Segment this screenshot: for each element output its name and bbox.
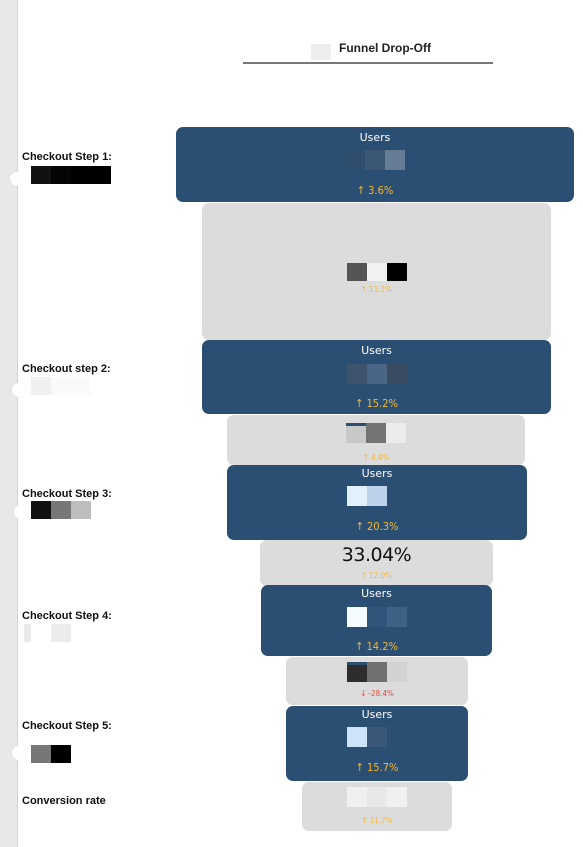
step-value-5 xyxy=(31,745,71,763)
bar-title: Users xyxy=(359,131,391,144)
left-rail xyxy=(0,0,18,847)
users-bar-5[interactable]: Users ↑ 15.7% xyxy=(286,706,468,781)
bar-title: Users xyxy=(361,344,392,357)
step-label-4: Checkout Step 4: xyxy=(22,610,112,622)
users-bar-3[interactable]: Users ↑ 20.3% xyxy=(227,465,527,540)
delta-label: ↑ 14.2% xyxy=(355,640,398,653)
bar-value-obscured xyxy=(347,787,407,807)
step-marker xyxy=(14,505,28,519)
delta-label: ↑ 20.3% xyxy=(355,520,399,533)
step-label-conversion: Conversion rate xyxy=(22,795,106,807)
bar-value-obscured xyxy=(345,150,405,170)
bar-value-obscured xyxy=(346,607,407,627)
step-label-5: Checkout Step 5: xyxy=(22,720,112,732)
step-value-3 xyxy=(31,501,91,519)
bar-value-obscured xyxy=(346,364,407,384)
delta-label: ↑ 15.7% xyxy=(355,761,399,774)
drop-bar-4[interactable]: ↓ -28.4% xyxy=(286,657,468,705)
users-bar-4[interactable]: Users ↑ 14.2% xyxy=(261,585,492,656)
legend: Funnel Drop-Off xyxy=(243,38,493,64)
drop-bar-2[interactable]: ↑ 4.4% xyxy=(227,415,525,465)
bar-value-obscured xyxy=(347,486,407,506)
bar-value-obscured xyxy=(347,727,407,747)
bar-value-obscured xyxy=(346,423,406,443)
step-value-4 xyxy=(24,624,71,642)
step-value-1 xyxy=(31,166,111,184)
legend-swatch[interactable] xyxy=(311,44,331,60)
drop-bar-5[interactable]: ↑ 11.7% xyxy=(302,782,452,831)
bar-value-obscured xyxy=(346,263,407,281)
drop-value: 33.04% xyxy=(341,544,412,566)
drop-bar-3[interactable]: 33.04% ↑ 12.0% xyxy=(260,540,493,586)
bar-title: Users xyxy=(361,467,393,480)
delta-label: ↑ 3.6% xyxy=(356,184,394,197)
users-bar-1[interactable]: Users ↑ 3.6% xyxy=(176,127,574,202)
delta-label: ↑ 15.2% xyxy=(355,397,398,410)
bar-title: Users xyxy=(361,708,393,721)
step-marker xyxy=(12,746,26,760)
drop-bar-1[interactable]: ↑ 11.2% xyxy=(202,203,551,340)
users-bar-2[interactable]: Users ↑ 15.2% xyxy=(202,340,551,414)
delta-label: ↑ 12.0% xyxy=(360,571,393,580)
legend-label: Funnel Drop-Off xyxy=(339,41,431,55)
step-label-2: Checkout step 2: xyxy=(22,363,111,375)
step-marker xyxy=(10,172,24,186)
delta-label: ↓ -28.4% xyxy=(360,689,394,698)
bar-title: Users xyxy=(361,587,392,600)
delta-label: ↑ 11.2% xyxy=(360,285,393,294)
step-value-2 xyxy=(31,377,91,395)
step-label-3: Checkout Step 3: xyxy=(22,488,112,500)
step-marker xyxy=(12,383,26,397)
bar-value-obscured xyxy=(347,662,407,682)
delta-label: ↑ 4.4% xyxy=(362,453,390,462)
delta-label: ↑ 11.7% xyxy=(361,816,393,825)
step-label-1: Checkout Step 1: xyxy=(22,151,112,163)
